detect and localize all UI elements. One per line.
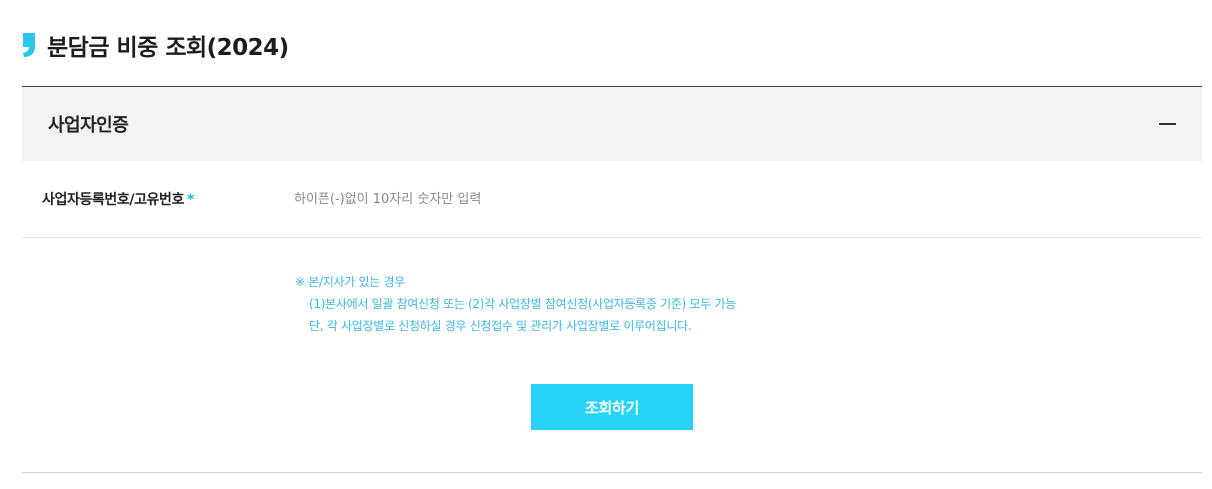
page-title: 분담금 비중 조회(2024) <box>47 35 289 61</box>
notice-line-2: (1)본사에서 일괄 참여신청 또는 (2)각 사업장별 참여신청(사업자등록증… <box>309 297 737 311</box>
page-title-row: 분담금 비중 조회(2024) <box>22 28 289 62</box>
quote-mark-icon <box>22 32 36 58</box>
collapse-button[interactable] <box>1158 115 1176 133</box>
required-mark: * <box>187 192 194 208</box>
search-button[interactable]: 조회하기 <box>531 384 693 430</box>
business-number-label: 사업자등록번호/고유번호 * <box>42 189 194 209</box>
notice-line-3: 단, 각 사업장별로 신청하실 경우 신청접수 및 관리가 사업장별로 이루어집… <box>309 319 692 333</box>
minus-icon <box>1158 123 1176 125</box>
business-number-row: 사업자등록번호/고유번호 * <box>22 161 1202 238</box>
page: 분담금 비중 조회(2024) 사업자인증 사업자등록번호/고유번호* ※ 본/… <box>0 0 1212 489</box>
panel-header[interactable]: 사업자인증 <box>22 87 1202 161</box>
notice-line-1: ※ 본/지사가 있는 경우 <box>295 275 405 289</box>
business-number-label-text: 사업자등록번호/고유번호 <box>42 192 184 208</box>
notice-text: ※ 본/지사가 있는 경우 (1)본사에서 일괄 참여신청 또는 (2)각 사업… <box>295 271 736 337</box>
business-auth-panel: 사업자인증 사업자등록번호/고유번호* ※ 본/지사가 있는 경우 (1)본사에… <box>22 86 1202 473</box>
panel-title: 사업자인증 <box>48 115 129 136</box>
business-number-input[interactable] <box>284 183 904 215</box>
